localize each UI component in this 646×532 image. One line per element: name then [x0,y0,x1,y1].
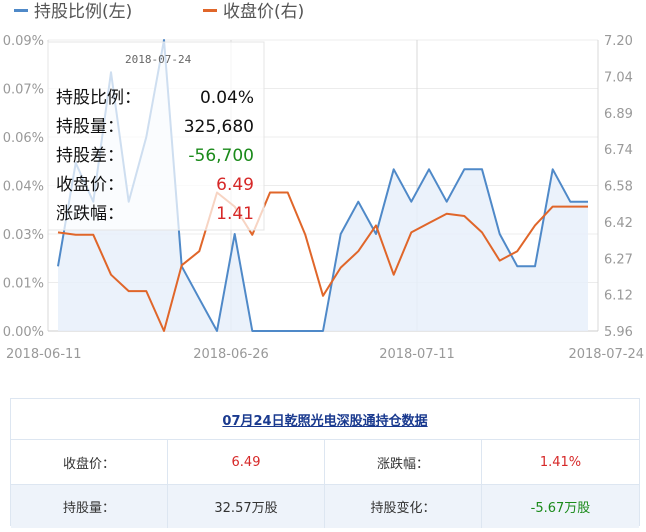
cell-close-price: 6.49 [168,440,325,484]
y-right-tick-label: 6.89 [604,107,633,122]
y-left-tick-label: 0.09% [3,34,44,49]
y-left-tick-label: 0.00% [3,325,44,340]
y-right-tick-label: 6.74 [604,143,633,158]
cell-label: 收盘价： [11,440,168,484]
legend-label-0: 持股比例(左) [34,2,132,22]
cell-label: 涨跌幅： [325,440,482,484]
y-right-tick-label: 6.58 [604,180,633,195]
legend-label-1: 收盘价(右) [223,2,304,22]
y-right-tick-label: 6.42 [604,216,633,231]
tooltip-row-label: 涨跌幅： [56,204,124,224]
legend-swatch-1 [203,9,217,12]
y-left-tick-label: 0.07% [3,83,44,98]
x-tick-label: 2018-06-11 [6,347,82,362]
tooltip-row-label: 收盘价： [56,175,124,195]
table-title[interactable]: 07月24日乾照光电深股通持仓数据 [11,399,639,440]
hold-ratio-chart: 持股比例(左) 收盘价(右) 0.09% 0.07% 0.06% 0.04% 0.03% 0.… [3,2,644,362]
table-title-link[interactable]: 07月24日乾照光电深股通持仓数据 [222,410,427,429]
y-right-tick-label: 6.27 [604,252,633,267]
tooltip-row-label: 持股差： [56,146,124,166]
holding-data-table: 07月24日乾照光电深股通持仓数据 收盘价： 6.49 涨跌幅： 1.41% 持… [10,398,640,528]
tooltip-row-value: 0.04% [200,88,254,108]
cell-hold-change: -5.67万股 [530,501,591,516]
y-left-tick-label: 0.06% [3,131,44,146]
table-row-price: 收盘价： 6.49 涨跌幅： 1.41% [11,440,639,484]
legend-swatch-0 [14,9,28,12]
y-right-tick-label: 7.04 [604,70,633,85]
y-left-tick-label: 0.04% [3,180,44,195]
y-right-tick-label: 6.12 [604,289,633,304]
y-left-tick-label: 0.01% [3,277,44,292]
tooltip-row-value: 325,680 [184,117,254,137]
tooltip-row-value: 1.41 [216,204,254,224]
x-tick-label: 2018-07-24 [568,347,644,362]
x-tick-label: 2018-06-26 [193,347,269,362]
table-row-holding: 持股量： 32.57万股 持股变化： -5.67万股 [11,484,639,528]
y-right-tick-label: 7.20 [604,34,633,49]
x-tick-label: 2018-07-11 [379,347,455,362]
tooltip-row-value: 6.49 [216,175,254,195]
tooltip-date: 2018-07-24 [125,53,192,66]
y-left-tick-label: 0.03% [3,228,44,243]
cell-hold-volume: 32.57万股 [168,485,325,528]
tooltip-row-label: 持股比例： [56,88,141,108]
tooltip-row-value: -56,700 [188,146,254,166]
cell-change-pct: 1.41% [539,454,582,470]
cell-label: 持股变化： [325,485,482,528]
tooltip-row-label: 持股量： [56,117,124,137]
y-right-tick-label: 5.96 [604,325,633,340]
cell-label: 持股量： [11,485,168,528]
